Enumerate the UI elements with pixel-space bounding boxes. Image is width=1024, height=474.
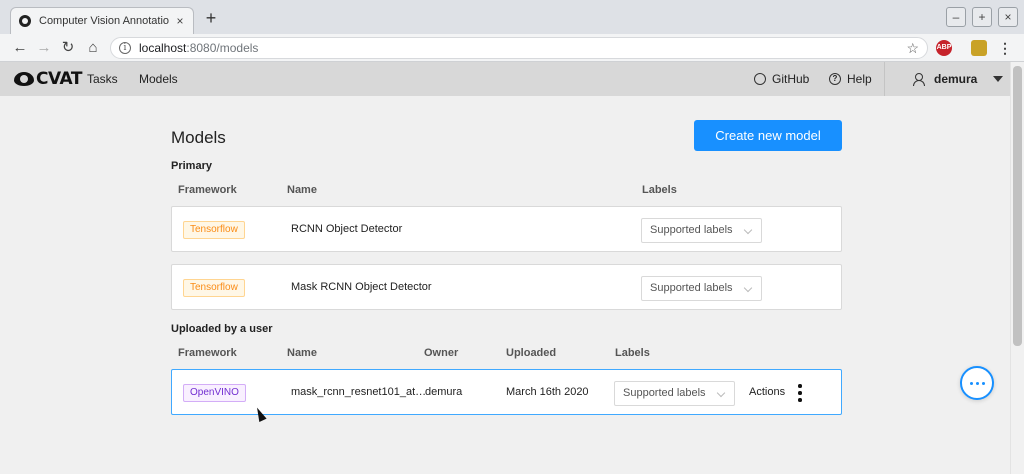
- primary-col-name: Name: [287, 184, 317, 196]
- primary-section-title: Primary: [171, 160, 212, 172]
- uploaded-col-name: Name: [287, 347, 317, 359]
- model-uploaded-date: March 16th 2020: [506, 386, 589, 398]
- supported-labels-select[interactable]: Supported labels: [641, 276, 762, 301]
- github-label: GitHub: [772, 72, 810, 86]
- more-vertical-icon[interactable]: [797, 382, 803, 404]
- supported-labels-select[interactable]: Supported labels: [641, 218, 762, 243]
- create-new-model-button[interactable]: Create new model: [694, 120, 842, 151]
- browser-menu-icon[interactable]: ⋮: [998, 38, 1012, 58]
- page-title: Models: [171, 128, 226, 147]
- nav-tasks[interactable]: Tasks: [87, 72, 118, 86]
- chevron-down-icon: [743, 283, 753, 293]
- chevron-down-icon: [743, 225, 753, 235]
- home-icon[interactable]: ⌂: [83, 38, 103, 58]
- cvat-logo[interactable]: CVAT: [14, 69, 82, 89]
- uploaded-col-owner: Owner: [424, 347, 459, 359]
- github-link[interactable]: GitHub: [754, 72, 809, 86]
- browser-tab[interactable]: Computer Vision Annotation To ×: [10, 7, 194, 34]
- model-name: mask_rcnn_resnet101_at…: [291, 386, 427, 398]
- reload-icon[interactable]: ↻: [58, 38, 78, 58]
- model-owner: demura: [425, 386, 463, 398]
- tab-close-icon[interactable]: ×: [173, 14, 187, 28]
- user-menu[interactable]: demura: [912, 72, 1004, 86]
- url-path: :8080/models: [186, 41, 259, 55]
- tab-title: Computer Vision Annotation To: [39, 15, 169, 27]
- framework-tag: Tensorflow: [183, 221, 245, 239]
- header-divider: [884, 62, 885, 96]
- chevron-down-icon: [716, 388, 726, 398]
- chat-icon[interactable]: [960, 366, 994, 400]
- bookmark-star-icon[interactable]: ☆: [906, 40, 919, 57]
- help-label: Help: [847, 72, 872, 86]
- avatar-icon[interactable]: [971, 40, 987, 56]
- url-host: localhost: [139, 41, 187, 55]
- cvat-eye-icon: [14, 72, 34, 86]
- close-window-button[interactable]: ×: [998, 7, 1018, 27]
- select-value: Supported labels: [650, 224, 733, 236]
- primary-model-row: Tensorflow Mask RCNN Object Detector Sup…: [171, 264, 842, 310]
- page-content: CVAT Tasks Models GitHub ? Help demura M…: [0, 62, 1010, 474]
- supported-labels-select[interactable]: Supported labels: [614, 381, 735, 406]
- nav-models[interactable]: Models: [139, 72, 178, 86]
- logo-text: CVAT: [36, 69, 82, 89]
- help-link[interactable]: ? Help: [829, 72, 872, 86]
- select-value: Supported labels: [650, 282, 733, 294]
- minimize-button[interactable]: –: [946, 7, 966, 27]
- scrollbar-thumb[interactable]: [1013, 66, 1022, 346]
- new-tab-button[interactable]: +: [202, 9, 220, 27]
- site-info-icon[interactable]: i: [119, 42, 131, 54]
- select-value: Supported labels: [623, 387, 706, 399]
- browser-toolbar: ← → ↻ ⌂ i localhost:8080/models ☆ ABP ⋮: [0, 34, 1024, 62]
- username: demura: [934, 72, 978, 86]
- github-icon: [754, 73, 766, 85]
- caret-down-icon: [993, 76, 1004, 82]
- actions-label[interactable]: Actions: [749, 386, 785, 398]
- app-header: CVAT Tasks Models GitHub ? Help demura: [0, 62, 1010, 96]
- address-bar[interactable]: i localhost:8080/models ☆: [110, 37, 928, 59]
- page-scrollbar[interactable]: [1010, 62, 1024, 474]
- model-name: Mask RCNN Object Detector: [291, 281, 432, 293]
- framework-tag: OpenVINO: [183, 384, 246, 402]
- primary-col-labels: Labels: [642, 184, 677, 196]
- user-icon: [912, 73, 925, 86]
- primary-model-row: Tensorflow RCNN Object Detector Supporte…: [171, 206, 842, 252]
- uploaded-section-title: Uploaded by a user: [171, 323, 273, 335]
- abp-icon[interactable]: ABP: [936, 40, 952, 56]
- primary-col-framework: Framework: [178, 184, 237, 196]
- model-name: RCNN Object Detector: [291, 223, 403, 235]
- browser-tab-bar: Computer Vision Annotation To × + – + ×: [0, 0, 1024, 34]
- uploaded-col-labels: Labels: [615, 347, 650, 359]
- forward-arrow-icon[interactable]: →: [34, 38, 54, 58]
- back-arrow-icon[interactable]: ←: [10, 38, 30, 58]
- framework-tag: Tensorflow: [183, 279, 245, 297]
- uploaded-col-uploaded: Uploaded: [506, 347, 557, 359]
- maximize-button[interactable]: +: [972, 7, 992, 27]
- cvat-favicon-icon: [19, 15, 31, 27]
- uploaded-col-framework: Framework: [178, 347, 237, 359]
- help-icon: ?: [829, 73, 841, 85]
- uploaded-model-row[interactable]: OpenVINO mask_rcnn_resnet101_at… demura …: [171, 369, 842, 415]
